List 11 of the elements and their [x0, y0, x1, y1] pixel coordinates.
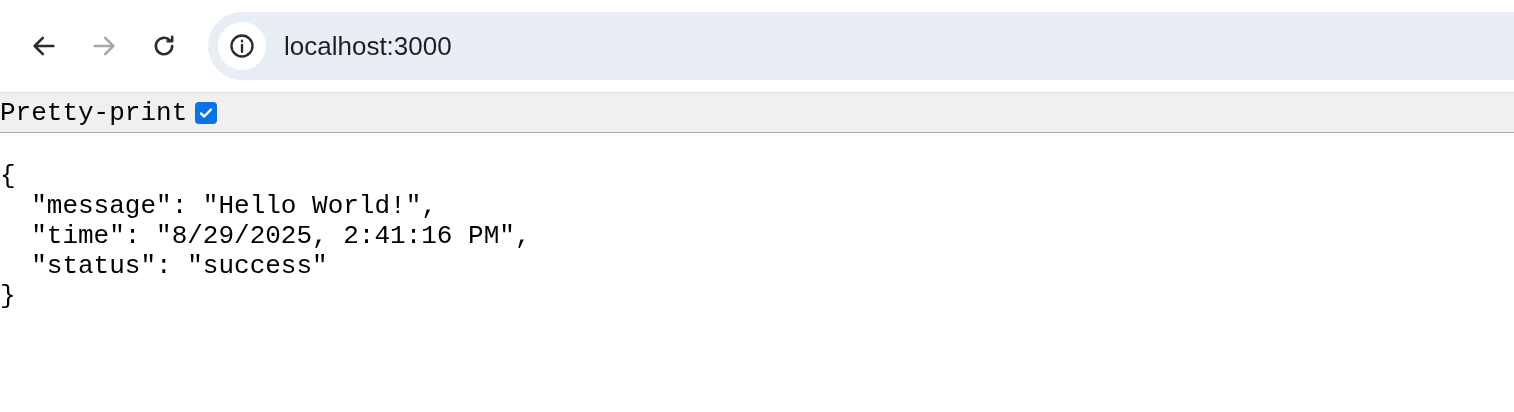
json-line: {	[0, 161, 16, 191]
pretty-print-checkbox[interactable]	[195, 101, 218, 124]
json-line: "time": "8/29/2025, 2:41:16 PM",	[30, 221, 531, 251]
pretty-print-label: Pretty-print	[0, 97, 188, 128]
json-line: "status": "success"	[30, 251, 328, 281]
site-info-button[interactable]	[218, 22, 266, 70]
json-line: "message": "Hello World!",	[30, 191, 437, 221]
json-line: }	[0, 281, 16, 311]
address-bar[interactable]: localhost:3000	[208, 12, 1514, 80]
url-text: localhost:3000	[284, 30, 452, 62]
info-icon	[228, 32, 256, 60]
